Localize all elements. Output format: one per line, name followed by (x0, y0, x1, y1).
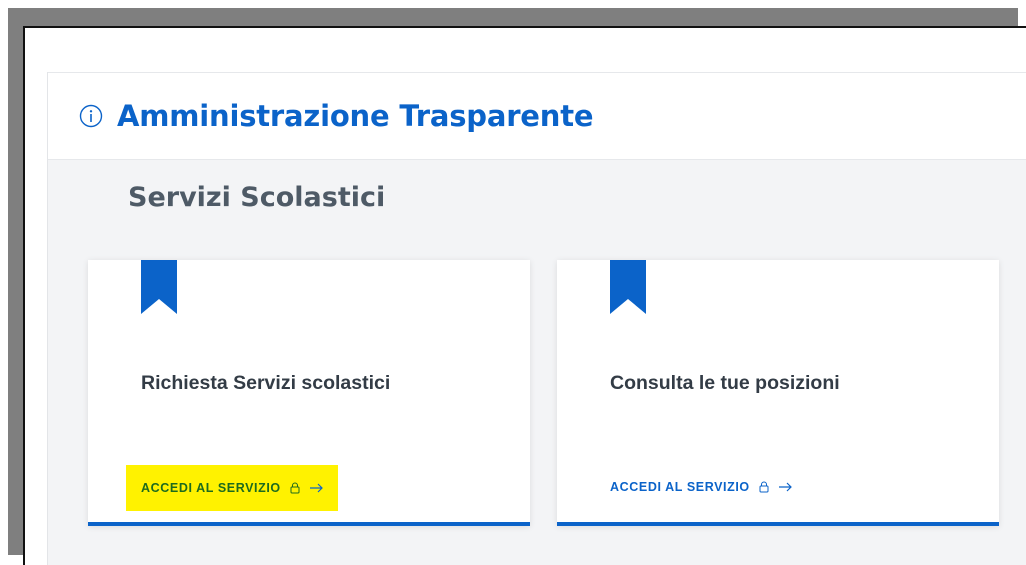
lock-icon (290, 482, 300, 494)
arrow-right-icon (309, 483, 324, 493)
access-service-label: ACCEDI AL SERVIZIO (141, 481, 281, 495)
content-area: Amministrazione Trasparente Servizi Scol… (47, 72, 1026, 565)
access-service-label: ACCEDI AL SERVIZIO (610, 480, 750, 494)
page-title: Amministrazione Trasparente (117, 99, 594, 133)
card-title: Consulta le tue posizioni (610, 372, 840, 394)
bookmark-icon (141, 260, 177, 318)
access-service-link[interactable]: ACCEDI AL SERVIZIO (610, 472, 793, 502)
bookmark-icon (610, 260, 646, 318)
lock-icon (759, 481, 769, 493)
service-card-consulta[interactable]: Consulta le tue posizioni ACCEDI AL SERV… (557, 260, 999, 526)
access-service-link[interactable]: ACCEDI AL SERVIZIO (126, 465, 338, 511)
service-card-richiesta[interactable]: Richiesta Servizi scolastici ACCEDI AL S… (88, 260, 530, 526)
screenshot-frame-left (8, 8, 23, 555)
card-title: Richiesta Servizi scolastici (141, 372, 391, 394)
page: Amministrazione Trasparente Servizi Scol… (23, 26, 1026, 565)
info-icon (79, 104, 103, 128)
screenshot-frame-top (8, 8, 1018, 26)
section-title: Servizi Scolastici (128, 182, 386, 213)
arrow-right-icon (778, 482, 793, 492)
section-header: Amministrazione Trasparente (48, 72, 1026, 160)
